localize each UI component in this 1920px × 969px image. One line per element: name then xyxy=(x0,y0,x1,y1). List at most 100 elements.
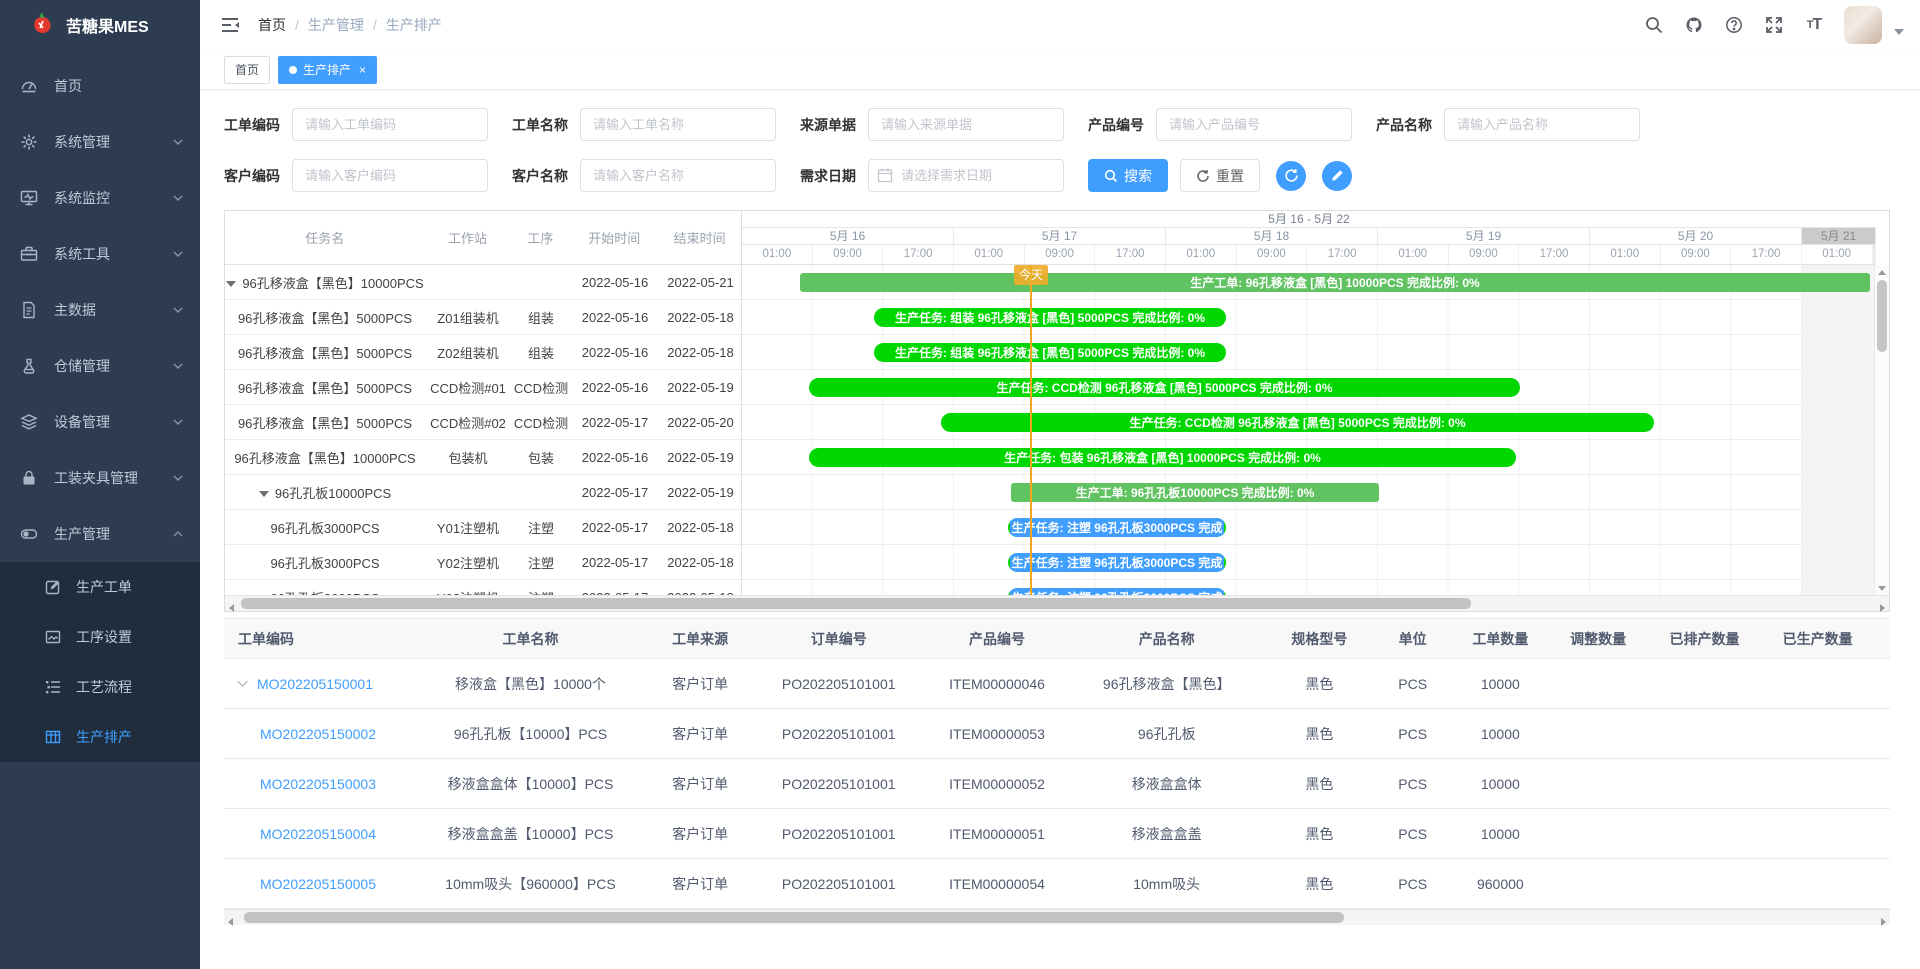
filter-field-客户编码: 客户编码 xyxy=(224,159,488,192)
sidebar-item-生产管理[interactable]: 生产管理 xyxy=(0,506,200,562)
demand-date-input[interactable] xyxy=(868,159,1064,192)
scroll-right-icon[interactable] xyxy=(1881,913,1886,929)
work-order-link[interactable]: MO202205150003 xyxy=(260,776,376,792)
timeline-day-weekend: 5月 21 xyxy=(1802,228,1876,244)
tab-production-schedule[interactable]: 生产排产 × xyxy=(278,56,377,84)
collapse-triangle-icon[interactable] xyxy=(259,491,269,497)
timeline-hour: 17:00 xyxy=(1307,245,1378,264)
font-size-icon[interactable]: TT xyxy=(1804,15,1824,35)
gantt-task-bar[interactable]: 生产任务: 注塑 96孔孔板3000PCS 完成 xyxy=(1008,588,1226,595)
task-name-cell: 96孔孔板10000PCS xyxy=(225,483,425,502)
gantt-task-bar[interactable]: 生产任务: 包装 96孔移液盒 [黑色] 10000PCS 完成比例: 0% xyxy=(809,448,1516,467)
sidebar-item-仓储管理[interactable]: 仓储管理 xyxy=(0,338,200,394)
sidebar-item-首页[interactable]: 首页 xyxy=(0,58,200,114)
scroll-left-icon[interactable] xyxy=(228,913,233,929)
work-order-code-cell: MO202205150002 xyxy=(224,709,412,759)
sidebar-item-工装夹具管理[interactable]: 工装夹具管理 xyxy=(0,450,200,506)
table-cell: 客户订单 xyxy=(649,659,751,709)
sidebar-item-系统工具[interactable]: 系统工具 xyxy=(0,226,200,282)
table-cell: ITEM00000051 xyxy=(926,809,1067,859)
grid-icon xyxy=(44,728,62,746)
table-cell: C00003 xyxy=(1874,859,1890,909)
table-cell xyxy=(1648,659,1761,709)
reset-button[interactable]: 重置 xyxy=(1180,159,1260,192)
work-order-link[interactable]: MO202205150001 xyxy=(257,676,373,692)
task-cell: 2022-05-16 xyxy=(571,310,659,325)
table-hscroll-thumb[interactable] xyxy=(244,912,1344,923)
table-cell xyxy=(1548,859,1648,909)
scroll-up-icon[interactable] xyxy=(1875,265,1889,279)
filter-input-产品名称[interactable] xyxy=(1444,108,1640,141)
work-order-link[interactable]: MO202205150005 xyxy=(260,876,376,892)
today-line xyxy=(1030,265,1032,595)
caret-down-icon[interactable] xyxy=(1894,29,1904,35)
task-name-cell: 96孔移液盒【黑色】5000PCS xyxy=(225,378,425,397)
avatar[interactable] xyxy=(1844,6,1882,44)
github-icon[interactable] xyxy=(1684,15,1704,35)
task-cell: 注塑 xyxy=(511,553,571,572)
gantt-task-bar[interactable]: 生产任务: 注塑 96孔孔板3000PCS 完成 xyxy=(1008,553,1226,572)
work-order-link[interactable]: MO202205150002 xyxy=(260,726,376,742)
gantt-task-bar[interactable]: 生产任务: 组装 96孔移液盒 [黑色] 5000PCS 完成比例: 0% xyxy=(874,308,1226,327)
breadcrumb-home[interactable]: 首页 xyxy=(258,15,286,35)
sidebar-subitem-工艺流程[interactable]: 工艺流程 xyxy=(0,662,200,712)
gantt-horizontal-scrollbar[interactable] xyxy=(225,595,1889,611)
table-cell: ITEM00000053 xyxy=(926,709,1067,759)
task-name-cell: 96孔移液盒【黑色】10000PCS xyxy=(225,448,425,467)
filter-input-工单名称[interactable] xyxy=(580,108,776,141)
gantt-order-bar[interactable]: 生产工单: 96孔孔板10000PCS 完成比例: 0% xyxy=(1011,483,1379,502)
filter-input-产品编号[interactable] xyxy=(1156,108,1352,141)
selected-bar-text: 生产任务: 注塑 96孔孔板3000PCS 完成 xyxy=(1010,553,1225,572)
task-cell: 2022-05-18 xyxy=(659,555,741,570)
gantt-vertical-scrollbar[interactable] xyxy=(1874,265,1889,595)
scroll-down-icon[interactable] xyxy=(1875,581,1889,595)
sidebar-subitem-工序设置[interactable]: 工序设置 xyxy=(0,612,200,662)
filter-input-工单编码[interactable] xyxy=(292,108,488,141)
sidebar-toggle-icon[interactable] xyxy=(220,15,240,35)
gantt-vscroll-thumb[interactable] xyxy=(1877,280,1887,352)
fullscreen-icon[interactable] xyxy=(1764,15,1784,35)
table-horizontal-scrollbar[interactable] xyxy=(224,909,1890,925)
sidebar-subitem-生产排产[interactable]: 生产排产 xyxy=(0,712,200,762)
gantt-column-header-结束时间: 结束时间 xyxy=(658,228,741,247)
sidebar-item-系统监控[interactable]: 系统监控 xyxy=(0,170,200,226)
search-icon[interactable] xyxy=(1644,15,1664,35)
row-expand-icon[interactable] xyxy=(237,676,247,686)
sync-schedule-button[interactable] xyxy=(1276,161,1306,191)
sidebar-subitem-生产工单[interactable]: 生产工单 xyxy=(0,562,200,612)
scroll-left-icon[interactable] xyxy=(229,599,234,615)
timeline-hour: 17:00 xyxy=(1731,245,1802,264)
filter-input-客户编码[interactable] xyxy=(292,159,488,192)
sidebar-item-设备管理[interactable]: 设备管理 xyxy=(0,394,200,450)
gantt-column-header-工作站: 工作站 xyxy=(425,228,511,247)
filter-field-产品编号: 产品编号 xyxy=(1088,108,1352,141)
filter-input-来源单据[interactable] xyxy=(868,108,1064,141)
help-icon[interactable] xyxy=(1724,15,1744,35)
filter-input-客户名称[interactable] xyxy=(580,159,776,192)
gantt-task-bar[interactable]: 生产任务: 组装 96孔移液盒 [黑色] 5000PCS 完成比例: 0% xyxy=(874,343,1226,362)
gantt-column-header-开始时间: 开始时间 xyxy=(570,228,658,247)
gantt-task-bar[interactable]: 生产任务: CCD检测 96孔移液盒 [黑色] 5000PCS 完成比例: 0% xyxy=(941,413,1654,432)
edit-schedule-button[interactable] xyxy=(1322,161,1352,191)
selected-bar-text: 生产任务: 注塑 96孔孔板3000PCS 完成 xyxy=(1010,588,1225,595)
sidebar-item-系统管理[interactable]: 系统管理 xyxy=(0,114,200,170)
table-cell: 移液盒盒体【10000】PCS xyxy=(412,759,650,809)
search-button[interactable]: 搜索 xyxy=(1088,159,1168,192)
sidebar-item-主数据[interactable]: 主数据 xyxy=(0,282,200,338)
filter-label: 来源单据 xyxy=(800,115,856,135)
table-cell xyxy=(1761,709,1874,759)
column-header-已生产数量: 已生产数量 xyxy=(1761,619,1874,659)
gantt-task-bar[interactable]: 生产任务: 注塑 96孔孔板3000PCS 完成 xyxy=(1008,518,1226,537)
task-cell: 2022-05-18 xyxy=(659,345,741,360)
gantt-task-bar[interactable]: 生产任务: CCD检测 96孔移液盒 [黑色] 5000PCS 完成比例: 0% xyxy=(809,378,1520,397)
tab-home[interactable]: 首页 xyxy=(224,56,270,84)
close-tab-icon[interactable]: × xyxy=(359,64,366,76)
task-cell: 2022-05-16 xyxy=(571,345,659,360)
gantt-hscroll-thumb[interactable] xyxy=(241,598,1471,609)
work-order-link[interactable]: MO202205150004 xyxy=(260,826,376,842)
breadcrumb-production[interactable]: 生产管理 xyxy=(308,15,364,35)
gantt-order-bar[interactable]: 生产工单: 96孔移液盒 [黑色] 10000PCS 完成比例: 0% xyxy=(800,273,1870,292)
collapse-triangle-icon[interactable] xyxy=(226,281,236,287)
filter-label: 需求日期 xyxy=(800,166,856,186)
scroll-right-icon[interactable] xyxy=(1880,599,1885,615)
